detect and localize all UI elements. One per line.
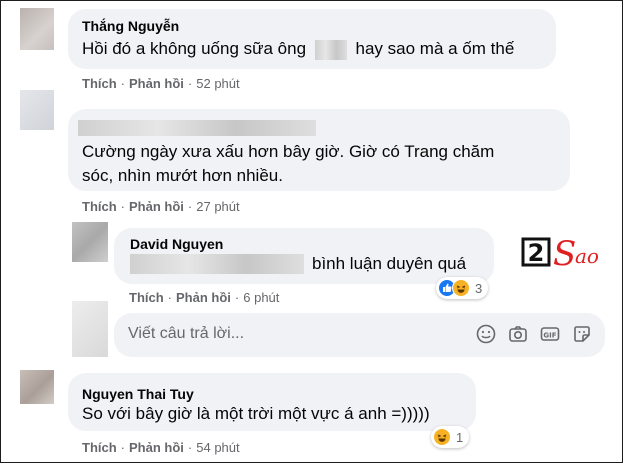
comment-author[interactable]: Nguyen Thai Tuy bbox=[82, 386, 194, 402]
svg-text:GIF: GIF bbox=[543, 332, 556, 340]
svg-text:ao: ao bbox=[575, 244, 599, 268]
reaction-count: 3 bbox=[475, 280, 483, 296]
reaction-summary[interactable]: 1 bbox=[431, 426, 470, 448]
blurred-author-name bbox=[78, 120, 316, 136]
haha-reaction-icon bbox=[452, 279, 470, 297]
reply-link[interactable]: Phản hồi bbox=[129, 199, 184, 214]
comment-actions: Thích · Phản hồi · 6 phút bbox=[129, 290, 280, 305]
avatar[interactable] bbox=[20, 90, 54, 130]
avatar[interactable] bbox=[72, 222, 108, 262]
like-link[interactable]: Thích bbox=[82, 76, 117, 91]
comment-text: bình luận duyên quá bbox=[312, 254, 467, 273]
like-link[interactable]: Thích bbox=[82, 199, 117, 214]
comment-actions: Thích · Phản hồi · 52 phút bbox=[82, 76, 240, 91]
reply-link[interactable]: Phản hồi bbox=[176, 290, 231, 305]
avatar[interactable] bbox=[20, 370, 54, 404]
reaction-count: 1 bbox=[456, 429, 464, 445]
svg-text:2: 2 bbox=[528, 239, 545, 267]
comment-time[interactable]: 27 phút bbox=[196, 199, 239, 214]
camera-icon[interactable] bbox=[507, 323, 529, 345]
gif-icon[interactable]: GIF bbox=[539, 323, 561, 345]
like-link[interactable]: Thích bbox=[82, 440, 117, 455]
comment-text: Hồi đó a không uống sữa ông hay sao mà a… bbox=[82, 36, 514, 62]
comment-text-part: hay sao mà a ốm thế bbox=[355, 39, 515, 58]
reply-placeholder: Viết câu trả lời... bbox=[128, 325, 245, 342]
sticker-icon[interactable] bbox=[571, 323, 593, 345]
comment-text-part: Hồi đó a không uống sữa ông bbox=[82, 39, 307, 58]
comment-time[interactable]: 6 phút bbox=[243, 290, 279, 305]
comment-text-line: Cường ngày xưa xấu hơn bây giờ. Giờ có T… bbox=[82, 142, 495, 161]
current-user-avatar bbox=[72, 301, 108, 357]
comment-time[interactable]: 54 phút bbox=[196, 440, 239, 455]
reaction-summary[interactable]: 3 bbox=[436, 277, 489, 299]
comment-author[interactable]: Thắng Nguyễn bbox=[82, 18, 179, 34]
comment-time[interactable]: 52 phút bbox=[196, 76, 239, 91]
like-link[interactable]: Thích bbox=[129, 290, 164, 305]
blurred-tagged-name bbox=[130, 254, 304, 274]
watermark-logo: 2 S ao bbox=[521, 231, 611, 274]
svg-text:S: S bbox=[553, 234, 576, 271]
reply-input[interactable]: Viết câu trả lời... GIF bbox=[114, 313, 605, 357]
comment-text-line: sóc, nhìn mướt hơn nhiều. bbox=[82, 166, 283, 185]
comment-text: So với bây giờ là một trời một vực á anh… bbox=[82, 404, 430, 423]
reply-link[interactable]: Phản hồi bbox=[129, 440, 184, 455]
blurred-name bbox=[314, 39, 347, 60]
reply-tools: GIF bbox=[475, 323, 593, 345]
reply-link[interactable]: Phản hồi bbox=[129, 76, 184, 91]
avatar[interactable] bbox=[20, 8, 54, 50]
emoji-icon[interactable] bbox=[475, 323, 497, 345]
comment-author[interactable]: David Nguyen bbox=[130, 236, 223, 252]
comment-actions: Thích · Phản hồi · 54 phút bbox=[82, 440, 240, 455]
comment-actions: Thích · Phản hồi · 27 phút bbox=[82, 199, 240, 214]
haha-reaction-icon bbox=[433, 428, 451, 446]
